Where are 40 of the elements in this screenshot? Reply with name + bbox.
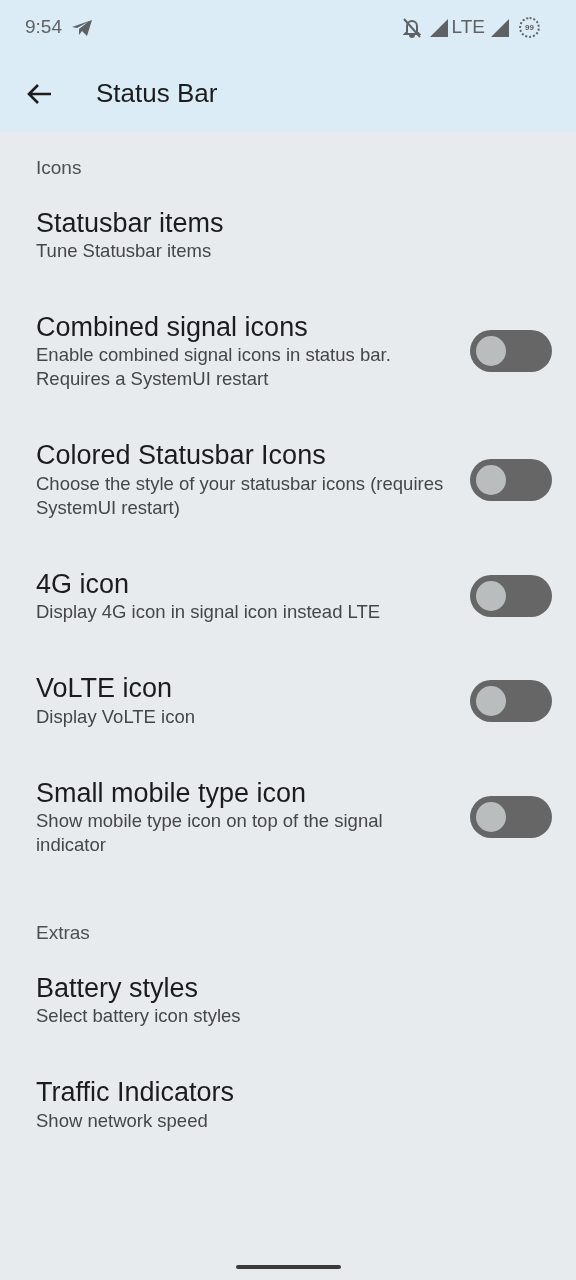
preference-item[interactable]: Battery styles Select battery icon styles — [0, 947, 576, 1053]
preference-item[interactable]: Statusbar items Tune Statusbar items — [0, 182, 576, 287]
preference-title: Battery styles — [36, 971, 200, 1005]
network-type: LTE — [451, 15, 485, 40]
toggle-switch[interactable] — [470, 458, 552, 501]
preference-title: VoLTE icon — [36, 672, 174, 705]
preference-item[interactable]: 4G icon Display 4G icon in signal icon instead LTE — [0, 543, 576, 649]
battery-indicator: 99 — [519, 17, 540, 38]
preference-title: Traffic Indicators — [36, 1076, 236, 1109]
preference-summary: Display 4G icon in signal icon instead LTE — [36, 600, 382, 625]
back-icon[interactable] — [26, 82, 52, 105]
preference-summary: Select battery icon styles — [36, 1004, 242, 1029]
send-icon — [71, 18, 93, 37]
preference-item[interactable]: VoLTE icon Display VoLTE icon — [0, 648, 576, 753]
preference-summary: Tune Statusbar items — [36, 238, 213, 263]
clock: 9:54 — [25, 15, 62, 40]
preference-summary: Display VoLTE icon — [36, 704, 197, 729]
preference-title: Statusbar items — [36, 206, 225, 239]
preference-item[interactable]: Combined signal icons Enable combined signal icons in status bar. Requires a SystemUI restart — [0, 286, 576, 416]
preference-item[interactable]: Colored Statusbar Icons Choose the style of your statusbar icons (requires SystemUI restart) — [0, 415, 576, 544]
toggle-switch[interactable] — [470, 679, 552, 722]
toggle-switch[interactable] — [470, 796, 552, 838]
preference-title: Small mobile type icon — [36, 776, 308, 810]
preference-item[interactable]: Small mobile type icon Show mobile type icon on top of the signal indicator — [0, 752, 576, 882]
signal-icon — [491, 18, 509, 37]
preference-title: Colored Statusbar Icons — [36, 439, 327, 472]
preference-summary: Show network speed — [36, 1108, 209, 1133]
section-header: Icons — [35, 156, 83, 180]
preference-summary: Choose the style of your statusbar icons (requires SystemUI restart) — [36, 471, 445, 520]
toggle-switch[interactable] — [470, 330, 552, 373]
section-header: Extras — [35, 921, 91, 946]
toggle-switch[interactable] — [470, 575, 552, 618]
signal-icon — [429, 18, 448, 37]
preference-summary: Show mobile type icon on top of the signal indicator — [36, 809, 384, 858]
preference-title: 4G icon — [36, 567, 131, 601]
preference-title: Combined signal icons — [36, 310, 309, 344]
preference-item[interactable]: Traffic Indicators Show network speed — [0, 1052, 576, 1157]
preference-summary: Enable combined signal icons in status bar. Requires a SystemUI restart — [36, 343, 392, 392]
bell-off-icon — [402, 17, 421, 38]
page-title: Status Bar — [96, 77, 218, 110]
